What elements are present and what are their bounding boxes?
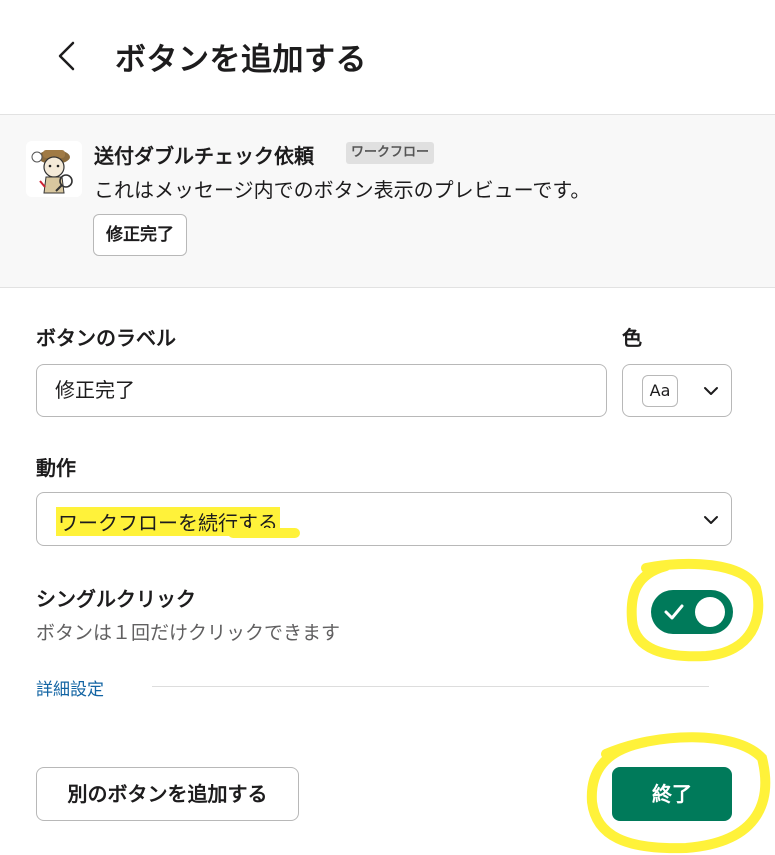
workflow-badge: ワークフロー [346,142,435,164]
single-click-title: シングルクリック [36,587,196,611]
divider [152,686,709,687]
chevron-left-icon [58,41,75,71]
preview-button[interactable]: 修正完了 [93,214,187,256]
toggle-knob [695,597,725,627]
chevron-down-icon [704,387,718,395]
workflow-avatar [26,141,82,197]
color-title: 色 [622,326,642,350]
checkmark-icon [664,604,684,620]
page-title: ボタンを追加する [115,42,367,78]
back-button[interactable] [48,36,84,76]
advanced-settings-link[interactable]: 詳細設定 [36,675,104,700]
chevron-down-icon [704,516,718,524]
add-another-button[interactable]: 別のボタンを追加する [36,767,299,821]
button-label-title: ボタンのラベル [36,326,176,350]
button-label-input[interactable]: 修正完了 [36,364,607,417]
color-swatch: Aa [642,375,678,407]
detective-avatar-icon [26,141,82,197]
header: ボタンを追加する [0,0,775,115]
done-button[interactable]: 終了 [612,767,732,821]
action-title: 動作 [36,456,76,480]
single-click-toggle[interactable] [651,590,733,634]
action-select[interactable]: ワークフローを続行する [36,492,732,546]
color-select[interactable]: Aa [622,364,732,417]
single-click-description: ボタンは１回だけクリックできます [36,622,341,644]
preview-message: これはメッセージ内でのボタン表示のプレビューです。 [94,178,591,202]
workflow-name: 送付ダブルチェック依頼 [94,144,314,168]
highlight-mark [228,528,300,538]
